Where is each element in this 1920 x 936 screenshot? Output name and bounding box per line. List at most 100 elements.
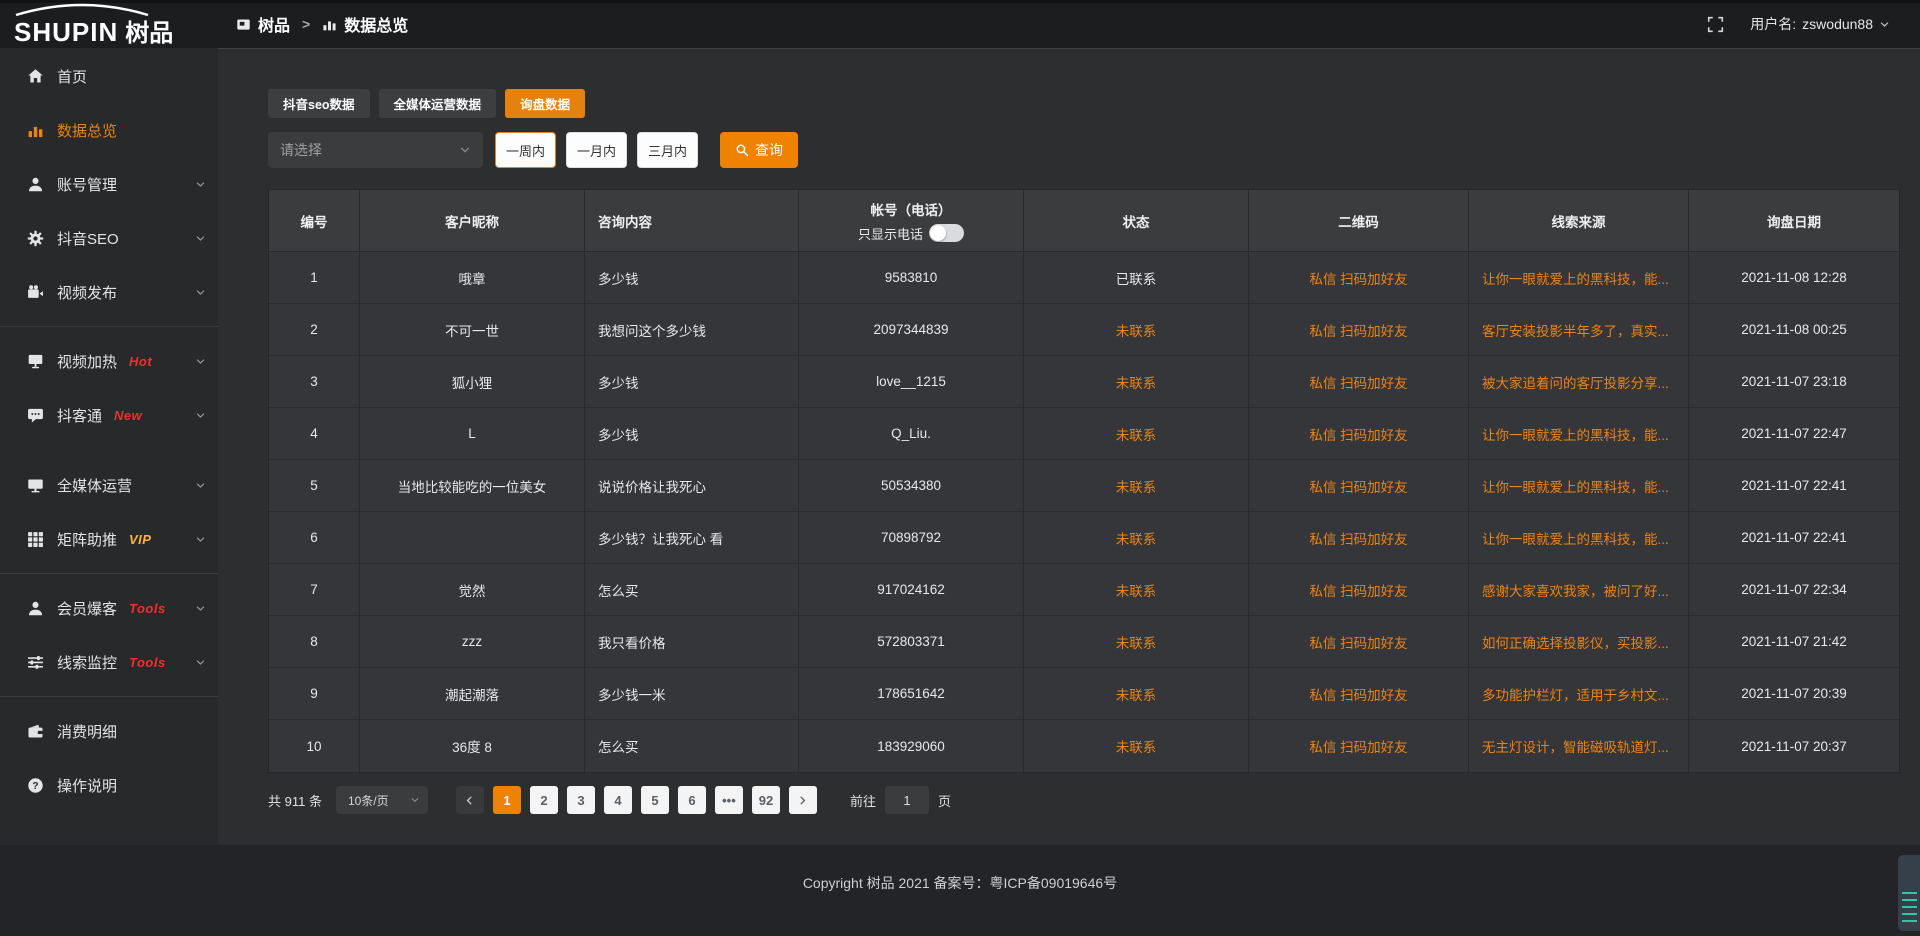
next-page-button[interactable] bbox=[789, 786, 817, 814]
cell-date: 2021-11-07 20:39 bbox=[1689, 668, 1899, 720]
sidebar-divider bbox=[0, 326, 218, 327]
cell-qrcode[interactable]: 私信 扫码加好友 bbox=[1249, 356, 1469, 408]
sidebar-item-member-baoke[interactable]: 会员爆客Tools bbox=[0, 581, 218, 635]
column-header-id: 编号 bbox=[269, 190, 360, 252]
column-header-label: 编号 bbox=[301, 211, 328, 231]
sidebar-item-lead-monitor[interactable]: 线索监控Tools bbox=[0, 635, 218, 689]
chevron-down-icon bbox=[195, 657, 206, 668]
cell-source[interactable]: 让你一眼就爱上的黑科技，能... bbox=[1469, 408, 1689, 460]
floating-widget[interactable] bbox=[1898, 855, 1920, 931]
column-header-account: 帐号（电话）只显示电话 bbox=[799, 190, 1024, 252]
cell-nickname: 潮起潮落 bbox=[360, 668, 585, 720]
cell-qrcode[interactable]: 私信 扫码加好友 bbox=[1249, 460, 1469, 512]
sidebar-item-home[interactable]: 首页 bbox=[0, 49, 218, 103]
table-row: 1哦章多少钱9583810已联系私信 扫码加好友让你一眼就爱上的黑科技，能...… bbox=[269, 252, 1899, 304]
app-icon bbox=[236, 17, 251, 32]
cell-source[interactable]: 让你一眼就爱上的黑科技，能... bbox=[1469, 252, 1689, 304]
logo-text-cn: 树品 bbox=[125, 20, 173, 47]
page-button-6[interactable]: 6 bbox=[678, 786, 706, 814]
prev-page-button[interactable] bbox=[456, 786, 484, 814]
cell-qrcode[interactable]: 私信 扫码加好友 bbox=[1249, 720, 1469, 772]
cell-qrcode[interactable]: 私信 扫码加好友 bbox=[1249, 668, 1469, 720]
sidebar-item-operation-guide[interactable]: ?操作说明 bbox=[0, 758, 218, 812]
goto-page-input[interactable] bbox=[885, 786, 929, 814]
tab-omnimedia-data[interactable]: 全媒体运营数据 bbox=[379, 89, 497, 118]
cell-source[interactable]: 让你一眼就爱上的黑科技，能... bbox=[1469, 512, 1689, 564]
cell-source[interactable]: 客厅安装投影半年多了，真实... bbox=[1469, 304, 1689, 356]
tab-inquiry-data[interactable]: 询盘数据 bbox=[505, 89, 585, 118]
cell-content: 多少钱？让我死心 看 bbox=[585, 512, 799, 564]
breadcrumb-item-data-overview[interactable]: 数据总览 bbox=[322, 12, 408, 36]
goto-label: 前往 bbox=[850, 791, 876, 810]
chevron-down-icon bbox=[195, 287, 206, 298]
cell-source[interactable]: 多功能护栏灯，适用于乡村文... bbox=[1469, 668, 1689, 720]
page-button-4[interactable]: 4 bbox=[604, 786, 632, 814]
sidebar-item-label: 消费明细 bbox=[57, 721, 117, 742]
phone-toggle-switch[interactable] bbox=[929, 224, 964, 242]
search-icon bbox=[735, 143, 749, 157]
cell-qrcode[interactable]: 私信 扫码加好友 bbox=[1249, 512, 1469, 564]
sidebar-spacer bbox=[0, 442, 218, 458]
tab-douyin-seo-data[interactable]: 抖音seo数据 bbox=[268, 89, 370, 118]
sidebar-item-label: 数据总览 bbox=[57, 120, 117, 141]
table-row: 5当地比较能吃的一位美女说说价格让我死心50534380未联系私信 扫码加好友让… bbox=[269, 460, 1899, 512]
cell-source[interactable]: 无主灯设计，智能磁吸轨道灯... bbox=[1469, 720, 1689, 772]
cell-account: 183929060 bbox=[799, 720, 1024, 772]
cell-qrcode[interactable]: 私信 扫码加好友 bbox=[1249, 564, 1469, 616]
sidebar-item-douyin-seo[interactable]: 抖音SEO bbox=[0, 211, 218, 265]
cell-status: 未联系 bbox=[1024, 668, 1249, 720]
chat-icon bbox=[27, 407, 44, 424]
sidebar-item-consumption-detail[interactable]: 消费明细 bbox=[0, 704, 218, 758]
cell-content: 怎么买 bbox=[585, 564, 799, 616]
page-more-button[interactable]: ••• bbox=[715, 786, 743, 814]
sidebar-item-video-heat[interactable]: 视频加热Hot bbox=[0, 334, 218, 388]
table-row: 1036度 8怎么买183929060未联系私信 扫码加好友无主灯设计，智能磁吸… bbox=[269, 720, 1899, 772]
chevron-down-icon bbox=[195, 410, 206, 421]
breadcrumb-item-shupin[interactable]: 树品 bbox=[236, 12, 290, 36]
sidebar-item-account-management[interactable]: 账号管理 bbox=[0, 157, 218, 211]
column-header-label: 询盘日期 bbox=[1767, 211, 1821, 231]
query-button[interactable]: 查询 bbox=[720, 132, 798, 168]
sidebar-item-label: 全媒体运营 bbox=[57, 475, 132, 496]
bar-chart-icon bbox=[27, 122, 44, 139]
cell-id: 6 bbox=[269, 512, 360, 564]
column-header-label: 咨询内容 bbox=[598, 211, 652, 231]
phone-toggle-row: 只显示电话 bbox=[858, 224, 964, 243]
cell-qrcode[interactable]: 私信 扫码加好友 bbox=[1249, 616, 1469, 668]
screen-icon bbox=[27, 353, 44, 370]
sidebar-item-douketong[interactable]: 抖客通New bbox=[0, 388, 218, 442]
page-button-2[interactable]: 2 bbox=[530, 786, 558, 814]
topbar-right: 用户名: zswodun88 bbox=[1707, 14, 1920, 34]
per-page-select[interactable]: 10条/页 bbox=[336, 786, 428, 814]
cell-source[interactable]: 让你一眼就爱上的黑科技，能... bbox=[1469, 460, 1689, 512]
page-button-1[interactable]: 1 bbox=[493, 786, 521, 814]
page-button-5[interactable]: 5 bbox=[641, 786, 669, 814]
range-button-one-month[interactable]: 一月内 bbox=[566, 132, 627, 168]
cell-source[interactable]: 如何正确选择投影仪，买投影... bbox=[1469, 616, 1689, 668]
sidebar-item-matrix-boost[interactable]: 矩阵助推VIP bbox=[0, 512, 218, 566]
range-button-three-months[interactable]: 三月内 bbox=[637, 132, 698, 168]
data-tabs: 抖音seo数据全媒体运营数据询盘数据 bbox=[268, 89, 1900, 118]
cell-qrcode[interactable]: 私信 扫码加好友 bbox=[1249, 304, 1469, 356]
cell-date: 2021-11-07 22:47 bbox=[1689, 408, 1899, 460]
sidebar-item-label: 抖音SEO bbox=[57, 228, 119, 249]
sidebar-item-omnimedia-operation[interactable]: 全媒体运营 bbox=[0, 458, 218, 512]
cell-nickname: 不可一世 bbox=[360, 304, 585, 356]
column-header-label: 状态 bbox=[1123, 211, 1150, 231]
user-menu[interactable]: 用户名: zswodun88 bbox=[1750, 14, 1890, 34]
column-header-date: 询盘日期 bbox=[1689, 190, 1899, 252]
page-button-92[interactable]: 92 bbox=[752, 786, 780, 814]
cell-content: 多少钱一米 bbox=[585, 668, 799, 720]
sidebar-item-video-publish[interactable]: 视频发布 bbox=[0, 265, 218, 319]
cell-source[interactable]: 被大家追着问的客厅投影分享... bbox=[1469, 356, 1689, 408]
fullscreen-icon[interactable] bbox=[1707, 16, 1724, 33]
cell-source[interactable]: 感谢大家喜欢我家，被问了好... bbox=[1469, 564, 1689, 616]
sidebar-item-data-overview[interactable]: 数据总览 bbox=[0, 103, 218, 157]
page-button-3[interactable]: 3 bbox=[567, 786, 595, 814]
sidebar-item-label: 矩阵助推 bbox=[57, 529, 117, 550]
cell-qrcode[interactable]: 私信 扫码加好友 bbox=[1249, 408, 1469, 460]
account-select[interactable]: 请选择 bbox=[268, 132, 483, 168]
range-button-one-week[interactable]: 一周内 bbox=[495, 132, 556, 168]
cell-qrcode[interactable]: 私信 扫码加好友 bbox=[1249, 252, 1469, 304]
sidebar-item-label: 会员爆客 bbox=[57, 598, 117, 619]
